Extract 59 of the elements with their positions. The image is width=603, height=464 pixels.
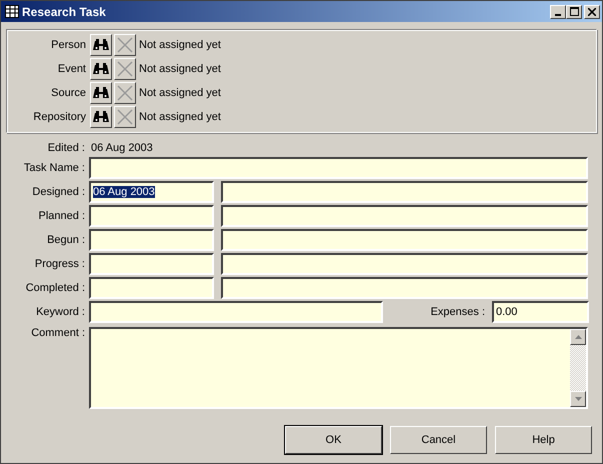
close-icon	[588, 8, 596, 16]
down-arrow-icon[interactable]	[574, 397, 582, 401]
cross-icon	[117, 37, 133, 53]
link-label: Event	[56, 63, 86, 75]
binoculars-icon	[93, 110, 109, 124]
link-value: Not assigned yet	[139, 39, 221, 51]
date-field[interactable]	[89, 277, 214, 299]
find-button[interactable]	[90, 106, 112, 128]
dialog-button[interactable]: Cancel	[390, 426, 487, 454]
expenses-field[interactable]: 0.00	[492, 301, 589, 323]
edited-label: Edited :	[46, 142, 85, 154]
field-label: Progress :	[34, 258, 85, 270]
link-label: Person	[50, 39, 86, 51]
field-label: Expenses :	[430, 306, 485, 318]
cross-icon	[117, 85, 133, 101]
maximize-button[interactable]	[566, 4, 582, 18]
maximize-icon	[570, 7, 578, 16]
note-field[interactable]	[221, 277, 588, 299]
link-value: Not assigned yet	[139, 63, 221, 75]
field-label: Planned :	[38, 210, 85, 222]
date-field[interactable]: 06 Aug 2003	[89, 181, 214, 203]
up-arrow-icon[interactable]	[574, 335, 582, 339]
cross-icon	[117, 109, 133, 125]
note-field[interactable]	[221, 253, 588, 275]
dialog-button[interactable]: OK	[285, 426, 382, 454]
link-value: Not assigned yet	[139, 111, 221, 123]
field-label: Designed :	[31, 186, 85, 198]
table-icon	[5, 5, 19, 18]
binoculars-icon	[93, 86, 109, 100]
minimize-button[interactable]	[550, 4, 566, 18]
binoculars-icon	[93, 62, 109, 76]
cross-icon	[117, 61, 133, 77]
comment-field[interactable]	[89, 327, 588, 409]
date-field[interactable]	[89, 229, 214, 251]
note-field[interactable]	[221, 229, 588, 251]
field-label: Comment :	[30, 327, 85, 339]
field-label: Task Name :	[22, 162, 85, 174]
date-field[interactable]	[89, 205, 214, 227]
dialog-button[interactable]: Help	[495, 426, 592, 454]
find-button[interactable]	[90, 58, 112, 80]
link-label: Repository	[32, 111, 86, 123]
field-label: Completed :	[24, 282, 85, 294]
note-field[interactable]	[221, 181, 588, 203]
find-button[interactable]	[90, 82, 112, 104]
binoculars-icon	[93, 38, 109, 52]
task-name-field[interactable]	[89, 157, 588, 179]
date-field[interactable]	[89, 253, 214, 275]
keyword-field[interactable]	[89, 301, 383, 323]
field-label: Keyword :	[35, 306, 85, 318]
note-field[interactable]	[221, 205, 588, 227]
scrollbar[interactable]	[570, 329, 586, 407]
minimize-icon	[555, 14, 561, 16]
window-title: Research Task	[22, 4, 107, 18]
edited-date: 06 Aug 2003	[91, 142, 153, 154]
field-label: Begun :	[46, 234, 85, 246]
link-label: Source	[50, 87, 86, 99]
link-value: Not assigned yet	[139, 87, 221, 99]
close-button[interactable]	[584, 4, 600, 18]
find-button[interactable]	[90, 34, 112, 56]
